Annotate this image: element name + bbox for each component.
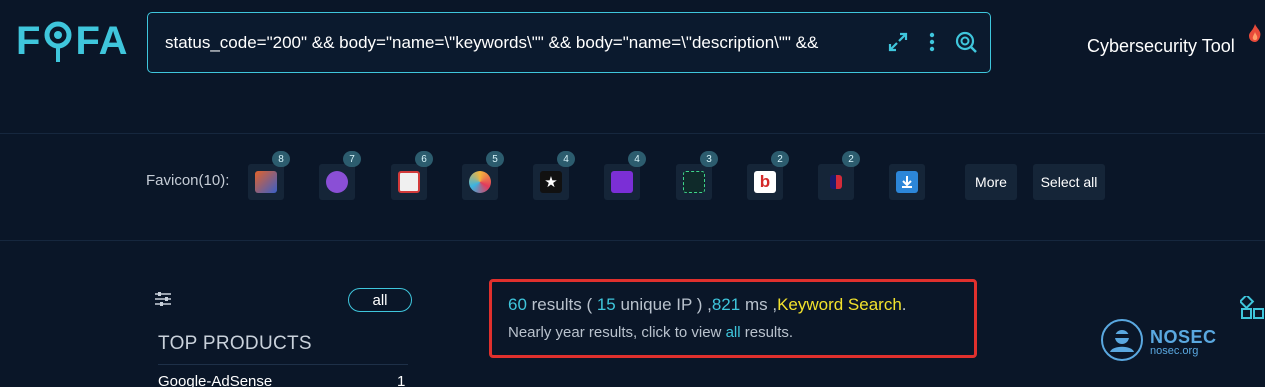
view-all-link[interactable]: all (726, 324, 741, 341)
download-favicon-icon (896, 171, 918, 193)
top-products-title: TOP PRODUCTS (158, 333, 312, 354)
favicon-item-8[interactable]: 2 b (747, 151, 789, 200)
nosec-subtitle: nosec.org (1150, 345, 1199, 357)
results-summary: 60 results ( 15 unique IP ) ,821 ms ,Key… (489, 279, 977, 358)
favicon-count-badge: 4 (628, 151, 646, 167)
favicon-count-badge: 6 (415, 151, 433, 167)
select-all-button[interactable]: Select all (1033, 164, 1105, 200)
search-input[interactable]: status_code="200" && body="name=\"keywor… (165, 33, 889, 53)
favicon-item-9[interactable]: 2 (818, 151, 860, 200)
favicon-item-7[interactable]: 3 (676, 151, 718, 200)
red-white-favicon-icon (398, 171, 420, 193)
red-b-favicon-icon: b (754, 171, 776, 193)
results-line: 60 results ( 15 unique IP ) ,821 ms ,Key… (508, 295, 958, 315)
more-vertical-icon[interactable] (920, 30, 944, 54)
expand-icon[interactable] (886, 30, 910, 54)
favicon-item-5[interactable]: 4 ★ (533, 151, 575, 200)
favicon-count-badge: 2 (771, 151, 789, 167)
favicon-divider (0, 240, 1265, 241)
nosec-watermark: NOSEC nosec.org (1100, 318, 1217, 367)
product-count: 1 (397, 373, 406, 387)
favicon-count-badge: 7 (343, 151, 361, 167)
results-count: 60 (508, 295, 527, 314)
logo-o-icon (43, 18, 73, 64)
green-target-favicon-icon (683, 171, 705, 193)
keyword-search-link[interactable]: Keyword Search (777, 295, 902, 314)
query-time: 821 (711, 295, 741, 314)
favicon-item-3[interactable]: 6 (391, 151, 433, 200)
purple-d-favicon-icon (611, 171, 633, 193)
ms-word: ms , (740, 295, 778, 314)
favicon-count-badge: 2 (842, 151, 860, 167)
results-word: results ( (526, 295, 597, 314)
year-results-note: Nearly year results, click to view all r… (508, 324, 958, 341)
search-icon[interactable] (954, 30, 978, 54)
favicon-item-4[interactable]: 5 (462, 151, 504, 200)
brand-label[interactable]: Cybersecurity Tool (1087, 36, 1235, 57)
favicon-count-badge: 8 (272, 151, 290, 167)
favicon-item-2[interactable]: 7 (319, 151, 361, 200)
favicon-count-badge: 5 (486, 151, 504, 167)
header-divider (0, 133, 1265, 134)
results-period: . (901, 295, 907, 314)
unique-ip-count: 15 (596, 295, 616, 314)
favicon-count-badge: 4 (557, 151, 575, 167)
favicon-label: Favicon(10): (146, 172, 230, 189)
search-box[interactable]: status_code="200" && body="name=\"keywor… (147, 12, 991, 73)
logo-text-left: F (16, 18, 42, 63)
blue-red-favicon-icon (830, 175, 842, 189)
filter-icon[interactable] (154, 291, 172, 312)
nosec-title: NOSEC (1150, 327, 1217, 347)
fofa-logo[interactable]: F FA (16, 18, 129, 64)
logo-text-right: FA (75, 18, 129, 63)
all-filter-button[interactable]: all (348, 288, 412, 312)
favicon-item-6[interactable]: 4 (604, 151, 646, 200)
colorful-circle-favicon-icon (469, 171, 491, 193)
top-products-divider (158, 364, 408, 365)
grid-view-icon[interactable] (1238, 293, 1265, 327)
orange-blue-favicon-icon (255, 171, 277, 193)
unique-ip-word: unique IP ) , (615, 295, 712, 314)
note-prefix: Nearly year results, click to view (508, 324, 726, 341)
product-name[interactable]: Google-AdSense (158, 373, 272, 387)
note-suffix: results. (740, 324, 794, 341)
more-button[interactable]: More (965, 164, 1017, 200)
favicon-item-10[interactable] (889, 164, 925, 200)
purple-circle-favicon-icon (326, 171, 348, 193)
nosec-logo-icon (1100, 318, 1144, 367)
fire-icon (1248, 24, 1262, 47)
star-favicon-icon: ★ (540, 171, 562, 193)
favicon-item-1[interactable]: 8 (248, 151, 290, 200)
favicon-count-badge: 3 (700, 151, 718, 167)
